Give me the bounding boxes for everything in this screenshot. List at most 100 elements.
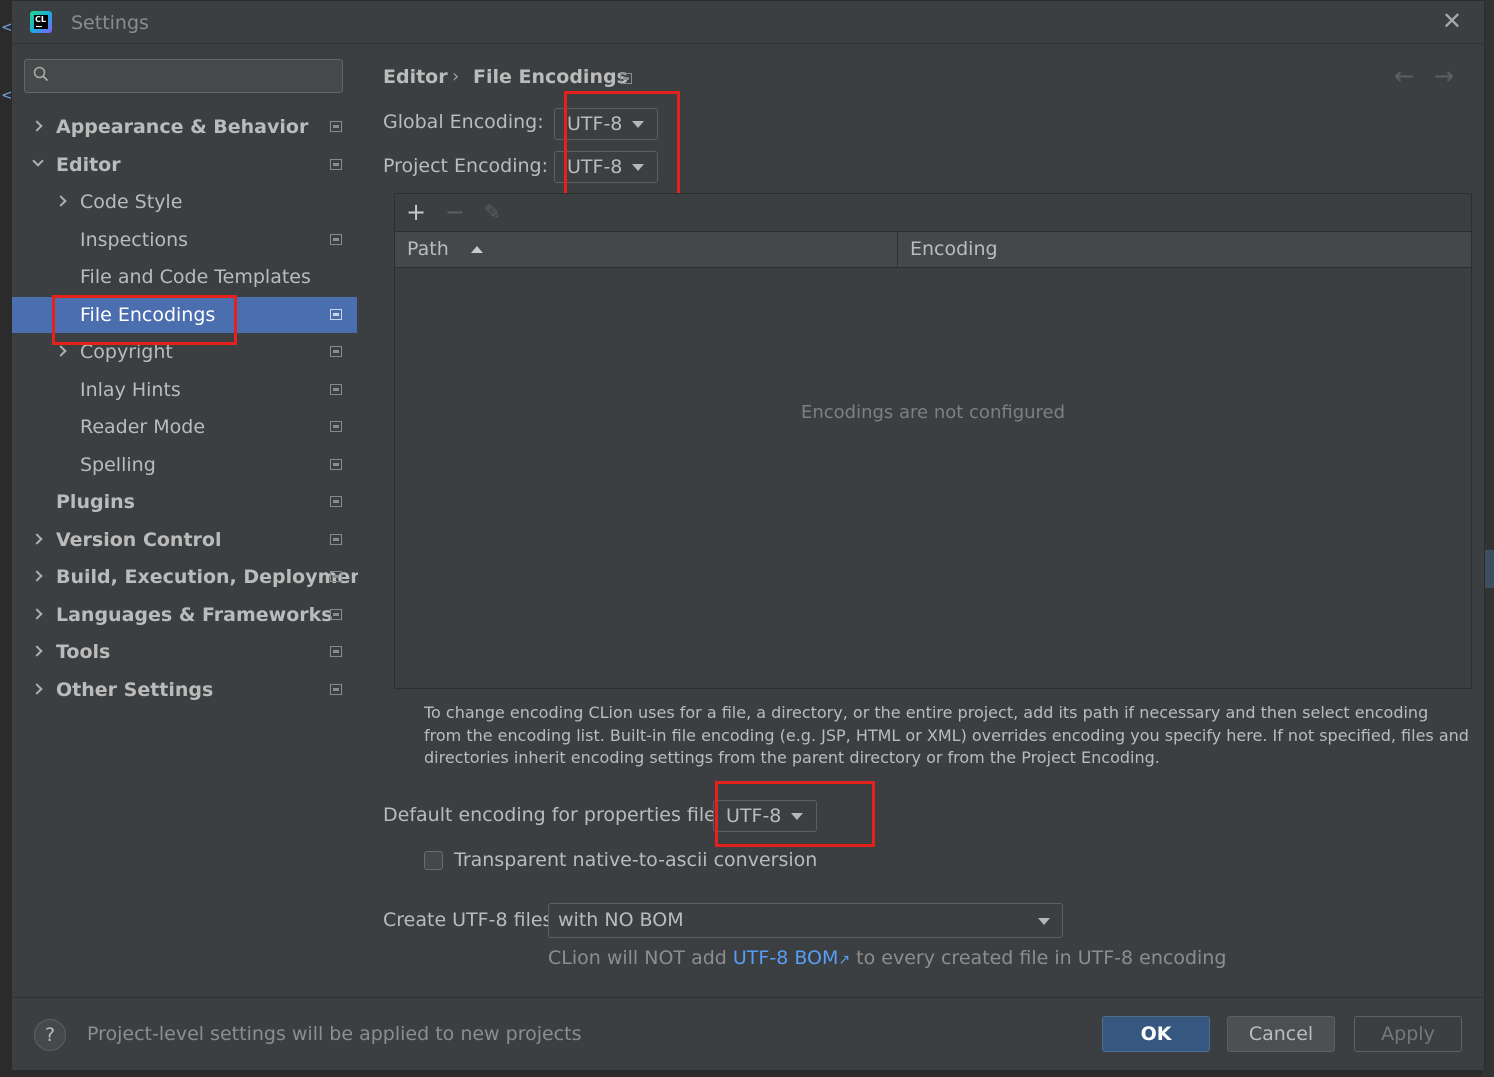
sidebar-item-label: Editor <box>56 154 121 176</box>
project-settings-icon <box>330 646 342 657</box>
sidebar-item-inspections[interactable]: Inspections <box>12 222 357 258</box>
sidebar-item-editor[interactable]: Editor <box>12 147 357 183</box>
clion-logo-icon: CL <box>30 11 52 33</box>
project-settings-icon <box>330 346 342 357</box>
global-encoding-dropdown[interactable]: UTF-8 <box>554 108 658 140</box>
chevron-right-icon <box>55 195 67 207</box>
sidebar-item-plugins[interactable]: Plugins <box>12 484 357 520</box>
project-encoding-label: Project Encoding: <box>383 155 549 177</box>
project-settings-icon <box>330 459 342 470</box>
breadcrumb-separator: › <box>452 66 460 87</box>
sidebar-item-inlay-hints[interactable]: Inlay Hints <box>12 372 357 408</box>
sidebar-item-label: Code Style <box>80 191 183 213</box>
settings-dialog: CL Settings ✕ Appearance & Behavior Edit… <box>11 0 1485 1070</box>
sidebar-item-appearance-behavior[interactable]: Appearance & Behavior <box>12 109 357 145</box>
search-input[interactable] <box>61 64 335 90</box>
breadcrumb-editor[interactable]: Editor <box>383 66 448 88</box>
table-header: Path Encoding <box>395 232 1471 268</box>
sidebar-item-label: Other Settings <box>56 679 214 701</box>
sidebar-item-label: Build, Execution, Deployment <box>56 566 373 588</box>
sidebar-item-reader-mode[interactable]: Reader Mode <box>12 409 357 445</box>
sidebar-item-spelling[interactable]: Spelling <box>12 447 357 483</box>
bom-hint-after: to every created file in UTF-8 encoding <box>856 947 1227 969</box>
dropdown-arrow-icon <box>632 121 644 128</box>
search-field[interactable] <box>24 59 343 93</box>
apply-button[interactable]: Apply <box>1354 1016 1462 1052</box>
column-header-path[interactable]: Path <box>407 232 887 267</box>
sidebar-item-version-control[interactable]: Version Control <box>12 522 357 558</box>
project-settings-icon <box>330 159 342 170</box>
sidebar-item-label: Inspections <box>80 229 189 251</box>
sidebar-item-label: Reader Mode <box>80 416 206 438</box>
forward-arrow-icon[interactable]: → <box>1434 62 1454 90</box>
sidebar-item-label: Appearance & Behavior <box>56 116 309 138</box>
bom-value: with NO BOM <box>558 909 684 931</box>
sort-ascending-icon <box>471 246 483 253</box>
encoding-help-text: To change encoding CLion uses for a file… <box>424 703 1469 767</box>
properties-encoding-value: UTF-8 <box>726 805 782 827</box>
sidebar-item-label: Languages & Frameworks <box>56 604 333 626</box>
bom-dropdown[interactable]: with NO BOM <box>548 903 1063 938</box>
sidebar-item-other-settings[interactable]: Other Settings <box>12 672 357 708</box>
path-encoding-table: + − ✎ Path Encoding Encodings are not co… <box>394 193 1472 689</box>
native-to-ascii-checkbox[interactable] <box>424 851 443 870</box>
cancel-button[interactable]: Cancel <box>1227 1016 1335 1052</box>
chevron-down-icon <box>32 155 44 167</box>
close-icon[interactable]: ✕ <box>1442 7 1462 35</box>
dropdown-arrow-icon <box>1038 918 1050 925</box>
project-settings-icon <box>620 73 632 84</box>
project-settings-icon <box>330 384 342 395</box>
chevron-right-icon <box>31 533 43 545</box>
add-icon[interactable]: + <box>406 198 426 226</box>
sidebar-item-file-code-templates[interactable]: File and Code Templates <box>12 259 357 295</box>
empty-table-message: Encodings are not configured <box>800 402 1066 423</box>
project-encoding-dropdown[interactable]: UTF-8 <box>554 151 658 183</box>
help-button[interactable]: ? <box>34 1019 66 1051</box>
sidebar-item-copyright[interactable]: Copyright <box>12 334 357 370</box>
sidebar-item-build-execution-deployment[interactable]: Build, Execution, Deployment <box>12 559 373 595</box>
native-to-ascii-label[interactable]: Transparent native-to-ascii conversion <box>454 849 817 871</box>
project-settings-icon <box>330 571 342 582</box>
title-bar: CL Settings ✕ <box>12 1 1484 44</box>
column-divider[interactable] <box>897 232 898 267</box>
chevron-right-icon <box>31 645 43 657</box>
chevron-right-icon <box>31 608 43 620</box>
project-settings-icon <box>330 309 342 320</box>
chevron-right-icon <box>55 345 67 357</box>
project-encoding-value: UTF-8 <box>567 156 623 178</box>
project-settings-icon <box>330 609 342 620</box>
column-header-label: Encoding <box>910 238 998 260</box>
external-link-icon[interactable]: ↗ <box>838 952 850 968</box>
sidebar-item-label: Version Control <box>56 529 222 551</box>
ok-button[interactable]: OK <box>1102 1016 1210 1052</box>
utf8-bom-link[interactable]: UTF-8 BOM <box>733 947 838 969</box>
sidebar-item-file-encodings[interactable]: File Encodings <box>12 297 357 333</box>
sidebar-item-label: File Encodings <box>80 304 216 326</box>
sidebar-item-label: Copyright <box>80 341 173 363</box>
sidebar-item-languages-frameworks[interactable]: Languages & Frameworks <box>12 597 357 633</box>
global-encoding-label: Global Encoding: <box>383 111 544 133</box>
sidebar-item-label: Tools <box>56 641 111 663</box>
back-arrow-icon[interactable]: ← <box>1394 62 1414 90</box>
sidebar-item-tools[interactable]: Tools <box>12 634 357 670</box>
project-settings-icon <box>330 121 342 132</box>
window-title: Settings <box>71 12 149 34</box>
sidebar-item-label: Plugins <box>56 491 135 513</box>
global-encoding-value: UTF-8 <box>567 113 623 135</box>
column-header-encoding[interactable]: Encoding <box>910 232 1450 267</box>
properties-encoding-label: Default encoding for properties files: <box>383 804 733 826</box>
dropdown-arrow-icon <box>632 164 644 171</box>
sidebar-item-code-style[interactable]: Code Style <box>12 184 357 220</box>
search-icon <box>33 66 49 82</box>
chevron-right-icon <box>31 683 43 695</box>
project-settings-icon <box>330 534 342 545</box>
breadcrumb-current: File Encodings <box>473 66 628 88</box>
dropdown-arrow-icon <box>791 813 803 820</box>
edit-icon[interactable]: ✎ <box>484 198 501 226</box>
properties-encoding-dropdown[interactable]: UTF-8 <box>713 800 817 832</box>
bom-hint: CLion will NOT add UTF-8 BOM↗ to every c… <box>548 947 1226 969</box>
remove-icon[interactable]: − <box>445 198 465 226</box>
chevron-right-icon <box>31 570 43 582</box>
sidebar-item-label: File and Code Templates <box>80 266 311 288</box>
table-toolbar: + − ✎ <box>395 194 1471 232</box>
